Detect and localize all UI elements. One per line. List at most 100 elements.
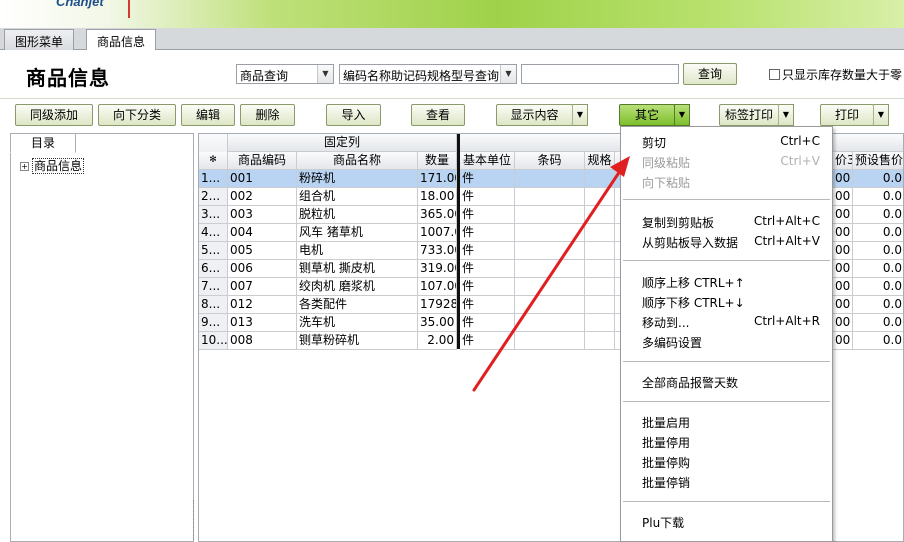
cell-qty[interactable]: 733.00 — [418, 242, 457, 260]
cell-name[interactable]: 风车 猪草机 — [297, 224, 418, 242]
menu-item-batch-disable[interactable]: 批量停用 — [642, 434, 690, 451]
down-category-button[interactable]: 向下分类 — [98, 104, 176, 126]
cell-name[interactable]: 各类配件 — [297, 296, 418, 314]
query-type-select[interactable]: 商品查询 ▼ — [236, 64, 334, 84]
search-input[interactable] — [521, 64, 679, 84]
print-button[interactable]: 打印 — [820, 104, 874, 126]
cell-index[interactable]: 9... — [199, 314, 228, 332]
menu-item-move-down[interactable]: 顺序下移 CTRL+↓ — [642, 294, 745, 311]
cell-name[interactable]: 铡草粉碎机 — [297, 332, 418, 350]
cell-price3[interactable]: 00 — [833, 332, 853, 350]
cell-barcode[interactable] — [515, 332, 585, 350]
cell-qty[interactable]: 365.00 — [418, 206, 457, 224]
panel-splitter[interactable] — [193, 500, 195, 540]
menu-item-move-up[interactable]: 顺序上移 CTRL+↑ — [642, 274, 745, 291]
cell-name[interactable]: 脱粒机 — [297, 206, 418, 224]
cell-preset-price[interactable]: 0.0 — [853, 206, 903, 224]
menu-item-import-clipboard[interactable]: 从剪贴板导入数据 — [642, 234, 738, 251]
cell-spec[interactable] — [585, 296, 615, 314]
cell-qty[interactable]: 107.00 — [418, 278, 457, 296]
cell-preset-price[interactable]: 0.0 — [853, 314, 903, 332]
cell-name[interactable]: 组合机 — [297, 188, 418, 206]
menu-item-cut[interactable]: 剪切 — [642, 134, 666, 151]
cell-code[interactable]: 005 — [228, 242, 297, 260]
cell-barcode[interactable] — [515, 314, 585, 332]
menu-item-batch-stop-sale[interactable]: 批量停销 — [642, 474, 690, 491]
cell-barcode[interactable] — [515, 278, 585, 296]
cell-barcode[interactable] — [515, 206, 585, 224]
cell-unit[interactable]: 件 — [460, 260, 515, 278]
cell-barcode[interactable] — [515, 296, 585, 314]
cell-unit[interactable]: 件 — [460, 170, 515, 188]
cell-index[interactable]: 7... — [199, 278, 228, 296]
cell-spec[interactable] — [585, 224, 615, 242]
cell-qty[interactable]: 17928. — [418, 296, 457, 314]
cell-unit[interactable]: 件 — [460, 242, 515, 260]
stock-filter-checkbox[interactable] — [769, 69, 780, 80]
query-field-select[interactable]: 编码名称助记码规格型号查询 ▼ — [339, 64, 517, 84]
cell-code[interactable]: 003 — [228, 206, 297, 224]
cell-index[interactable]: 4... — [199, 224, 228, 242]
cell-preset-price[interactable]: 0.0 — [853, 278, 903, 296]
cell-price3[interactable]: 00 — [833, 242, 853, 260]
cell-price3[interactable]: 00 — [833, 206, 853, 224]
other-button[interactable]: 其它 — [619, 104, 675, 126]
cell-name[interactable]: 电机 — [297, 242, 418, 260]
cell-preset-price[interactable]: 0.0 — [853, 188, 903, 206]
cell-barcode[interactable] — [515, 188, 585, 206]
cell-price3[interactable]: 00 — [833, 260, 853, 278]
cell-spec[interactable] — [585, 170, 615, 188]
col-header-code[interactable]: 商品编码 — [228, 152, 297, 170]
cell-price3[interactable]: 00 — [833, 224, 853, 242]
col-header-spec[interactable]: 规格 — [585, 152, 615, 170]
cell-preset-price[interactable]: 0.0 — [853, 296, 903, 314]
cell-preset-price[interactable]: 0.0 — [853, 332, 903, 350]
cell-unit[interactable]: 件 — [460, 296, 515, 314]
edit-button[interactable]: 编辑 — [181, 104, 235, 126]
label-print-dropdown-icon[interactable]: ▼ — [778, 104, 794, 126]
cell-code[interactable]: 007 — [228, 278, 297, 296]
menu-item-batch-enable[interactable]: 批量启用 — [642, 414, 690, 431]
col-header-name[interactable]: 商品名称 — [297, 152, 418, 170]
cell-spec[interactable] — [585, 188, 615, 206]
cell-spec[interactable] — [585, 314, 615, 332]
cell-price3[interactable]: 00 — [833, 278, 853, 296]
col-header-qty[interactable]: 数量 — [418, 152, 457, 170]
tab-product-info[interactable]: 商品信息 — [86, 29, 157, 51]
cell-index[interactable]: 2... — [199, 188, 228, 206]
menu-item-plu-download[interactable]: Plu下载 — [642, 514, 684, 531]
cell-spec[interactable] — [585, 332, 615, 350]
cell-index[interactable]: 3... — [199, 206, 228, 224]
tree-node-label[interactable]: 商品信息 — [32, 158, 85, 174]
cell-index[interactable]: 5... — [199, 242, 228, 260]
cell-name[interactable]: 铡草机 撕皮机 — [297, 260, 418, 278]
cell-price3[interactable]: 00 — [833, 170, 853, 188]
cell-code[interactable]: 008 — [228, 332, 297, 350]
col-header-preset-price[interactable]: 预设售价 — [853, 152, 903, 170]
cell-unit[interactable]: 件 — [460, 314, 515, 332]
cell-code[interactable]: 002 — [228, 188, 297, 206]
col-header-unit[interactable]: 基本单位 — [460, 152, 515, 170]
cell-qty[interactable]: 319.00 — [418, 260, 457, 278]
cell-qty[interactable]: 18.00 — [418, 188, 457, 206]
print-dropdown-icon[interactable]: ▼ — [873, 104, 889, 126]
cell-barcode[interactable] — [515, 242, 585, 260]
cell-preset-price[interactable]: 0.0 — [853, 170, 903, 188]
other-dropdown-icon[interactable]: ▼ — [674, 104, 690, 126]
cell-qty[interactable]: 2.00 — [418, 332, 457, 350]
cell-barcode[interactable] — [515, 224, 585, 242]
cell-index[interactable]: 6... — [199, 260, 228, 278]
cell-unit[interactable]: 件 — [460, 188, 515, 206]
cell-code[interactable]: 013 — [228, 314, 297, 332]
cell-name[interactable]: 洗车机 — [297, 314, 418, 332]
cell-price3[interactable]: 00 — [833, 296, 853, 314]
show-content-dropdown-icon[interactable]: ▼ — [572, 104, 588, 126]
cell-code[interactable]: 006 — [228, 260, 297, 278]
cell-unit[interactable]: 件 — [460, 332, 515, 350]
cell-qty[interactable]: 35.00 — [418, 314, 457, 332]
show-content-button[interactable]: 显示内容 — [496, 104, 573, 126]
cell-name[interactable]: 绞肉机 磨浆机 — [297, 278, 418, 296]
menu-item-batch-stop-purchase[interactable]: 批量停购 — [642, 454, 690, 471]
menu-item-paste-same-level[interactable]: 同级粘贴 — [642, 154, 690, 171]
cell-spec[interactable] — [585, 278, 615, 296]
